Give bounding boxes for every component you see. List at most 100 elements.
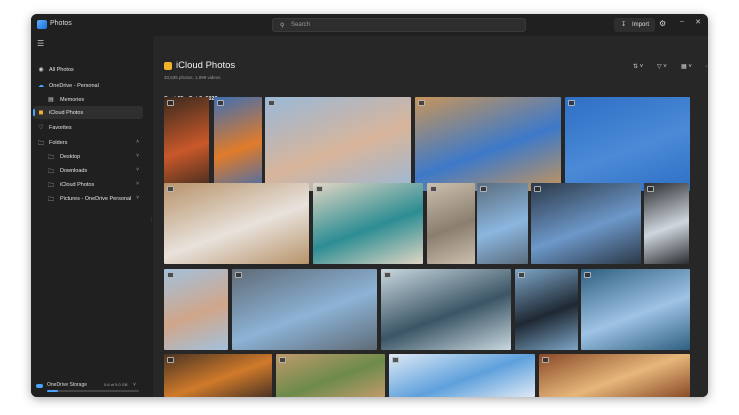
icloud-badge-icon xyxy=(568,100,575,106)
sidebar-resize-handle[interactable]: ⋮ xyxy=(149,217,154,224)
selection-indicator xyxy=(33,109,35,116)
icloud-badge-icon xyxy=(217,100,224,106)
sidebar-item-favorites[interactable]: ♡ Favorites xyxy=(33,121,143,134)
icloud-badge-icon xyxy=(384,272,391,278)
photo-rocky-coast[interactable] xyxy=(515,269,578,350)
close-icon[interactable]: ✕ xyxy=(691,18,705,26)
sidebar-item-label: Desktop xyxy=(60,153,81,160)
icloud-badge-icon xyxy=(518,272,525,278)
icloud-badge-icon xyxy=(167,186,174,192)
photo-breakfast-plate[interactable] xyxy=(164,354,272,397)
chevron-down-icon[interactable]: ˅ xyxy=(136,195,139,201)
sidebar-item-icloud-photos[interactable]: ◼ iCloud Photos xyxy=(33,106,143,119)
gear-icon[interactable]: ⚙ xyxy=(659,19,666,28)
photo-tower-with-birds[interactable] xyxy=(565,97,690,191)
sidebar-item-desktop[interactable]: 🗀 Desktop ˅ xyxy=(33,150,143,163)
sidebar-item-pictures-onedrive[interactable]: 🗀 Pictures - OneDrive Personal ˅ xyxy=(33,192,143,205)
hamburger-icon[interactable]: ☰ xyxy=(37,39,44,48)
photo-pizza-and-coffee[interactable] xyxy=(313,183,423,264)
heart-icon: ♡ xyxy=(38,125,44,131)
sidebar-item-label: Memories xyxy=(60,96,85,103)
photos-app-icon xyxy=(37,20,47,29)
photo-orange-wall-shadow[interactable] xyxy=(214,97,262,191)
more-icon[interactable]: ⋯ xyxy=(705,63,708,70)
sidebar-item-label: OneDrive - Personal xyxy=(49,82,99,89)
folder-icon: 🗀 xyxy=(47,197,54,203)
icloud-badge-icon xyxy=(430,186,437,192)
filter-icon[interactable]: ▽ ˅ xyxy=(657,63,667,70)
photo-pastry-plate[interactable] xyxy=(539,354,690,397)
search-box[interactable]: ⚲ Search xyxy=(272,18,526,32)
photo-sky-clouds[interactable] xyxy=(389,354,535,397)
photo-desert-canyon[interactable] xyxy=(164,269,228,350)
title-bar: Photos ⚲ Search ↧ Import ⚙ – □ xyxy=(31,14,708,36)
icloud-badge-icon xyxy=(316,186,323,192)
sidebar-item-label: Pictures - OneDrive Personal xyxy=(60,195,132,202)
icloud-badge-icon xyxy=(167,100,174,106)
icloud-icon: ◼ xyxy=(38,110,44,116)
icloud-badge-icon xyxy=(647,186,654,192)
icloud-badge-icon xyxy=(542,357,549,363)
photo-bikes-by-water[interactable] xyxy=(477,183,528,264)
photo-city-mountains[interactable] xyxy=(232,269,377,350)
icloud-badge-icon xyxy=(392,357,399,363)
sidebar-item-label: iCloud Photos xyxy=(49,109,84,116)
sort-icon[interactable]: ⇅ ˅ xyxy=(633,63,643,70)
memories-icon: ▤ xyxy=(48,97,54,103)
photo-glass-arches[interactable] xyxy=(644,183,689,264)
onedrive-storage[interactable]: OneDrive Storage 0.6 of 5.0 GB ˅ xyxy=(31,382,144,397)
search-placeholder: Search xyxy=(291,22,311,28)
chevron-down-icon: ˅ xyxy=(133,382,136,388)
storage-progress xyxy=(47,390,139,392)
icloud-badge-icon xyxy=(235,272,242,278)
icloud-badge-icon xyxy=(167,272,174,278)
sidebar-item-label: Downloads xyxy=(60,167,88,174)
sidebar-item-memories[interactable]: ▤ Memories xyxy=(33,93,143,106)
photos-window: Photos ⚲ Search ↧ Import ⚙ – □ ✕ ☰ ◉ All… xyxy=(31,14,708,397)
all-photos-icon: ◉ xyxy=(38,67,44,73)
storage-progress-fill xyxy=(47,390,59,392)
chevron-down-icon[interactable]: ˅ xyxy=(136,181,139,187)
sidebar-item-label: iCloud Photos xyxy=(60,181,95,188)
page-title: iCloud Photos xyxy=(176,60,236,71)
folder-icon: 🗀 xyxy=(47,183,54,189)
sidebar-item-onedrive[interactable]: ☁ OneDrive - Personal xyxy=(33,79,143,92)
import-label: Import xyxy=(632,21,650,28)
chevron-down-icon[interactable]: ˅ xyxy=(136,153,139,159)
photo-dog-on-chair[interactable] xyxy=(164,183,309,264)
icloud-badge-icon xyxy=(279,357,286,363)
icloud-badge-icon xyxy=(480,186,487,192)
photo-joshua-trees[interactable] xyxy=(415,97,561,191)
photo-forest-sunlight[interactable] xyxy=(381,269,511,350)
maximize-icon[interactable]: □ xyxy=(706,18,708,25)
app-title: Photos xyxy=(50,20,72,27)
photo-lake-shore[interactable] xyxy=(581,269,690,350)
photo-food-bowls[interactable] xyxy=(164,97,209,191)
photo-dog-in-grass[interactable] xyxy=(276,354,385,397)
sidebar-item-label: All Photos xyxy=(49,66,74,73)
sidebar-item-label: Folders xyxy=(49,139,68,146)
page-subtitle: 40,635 photos, 1,999 videos xyxy=(164,75,221,80)
sidebar-item-downloads[interactable]: 🗀 Downloads ˅ xyxy=(33,164,143,177)
chevron-up-icon[interactable]: ˄ xyxy=(136,139,139,145)
icloud-icon xyxy=(164,62,172,70)
minimize-icon[interactable]: – xyxy=(675,18,689,25)
photo-dog-on-beach[interactable] xyxy=(427,183,475,264)
icloud-badge-icon xyxy=(167,357,174,363)
cloud-icon: ☁ xyxy=(38,83,44,89)
search-icon: ⚲ xyxy=(280,23,285,29)
folder-icon: 🗀 xyxy=(47,155,54,161)
photo-desert-rock-hiker[interactable] xyxy=(265,97,411,191)
view-icon[interactable]: ▦ ˅ xyxy=(681,63,692,70)
photo-eiffel-under[interactable] xyxy=(531,183,641,264)
sidebar-item-folders[interactable]: 🗀 Folders ˄ xyxy=(33,136,143,149)
chevron-down-icon[interactable]: ˅ xyxy=(136,167,139,173)
import-button[interactable]: ↧ Import xyxy=(614,18,655,32)
storage-amount: 0.6 of 5.0 GB xyxy=(104,382,128,387)
icloud-badge-icon xyxy=(268,100,275,106)
sidebar-item-label: Favorites xyxy=(49,124,72,131)
sidebar-item-icloud-folder[interactable]: 🗀 iCloud Photos ˅ xyxy=(33,178,143,191)
folder-icon: 🗀 xyxy=(47,169,54,175)
import-icon: ↧ xyxy=(621,22,627,28)
sidebar-item-all-photos[interactable]: ◉ All Photos xyxy=(33,63,143,76)
